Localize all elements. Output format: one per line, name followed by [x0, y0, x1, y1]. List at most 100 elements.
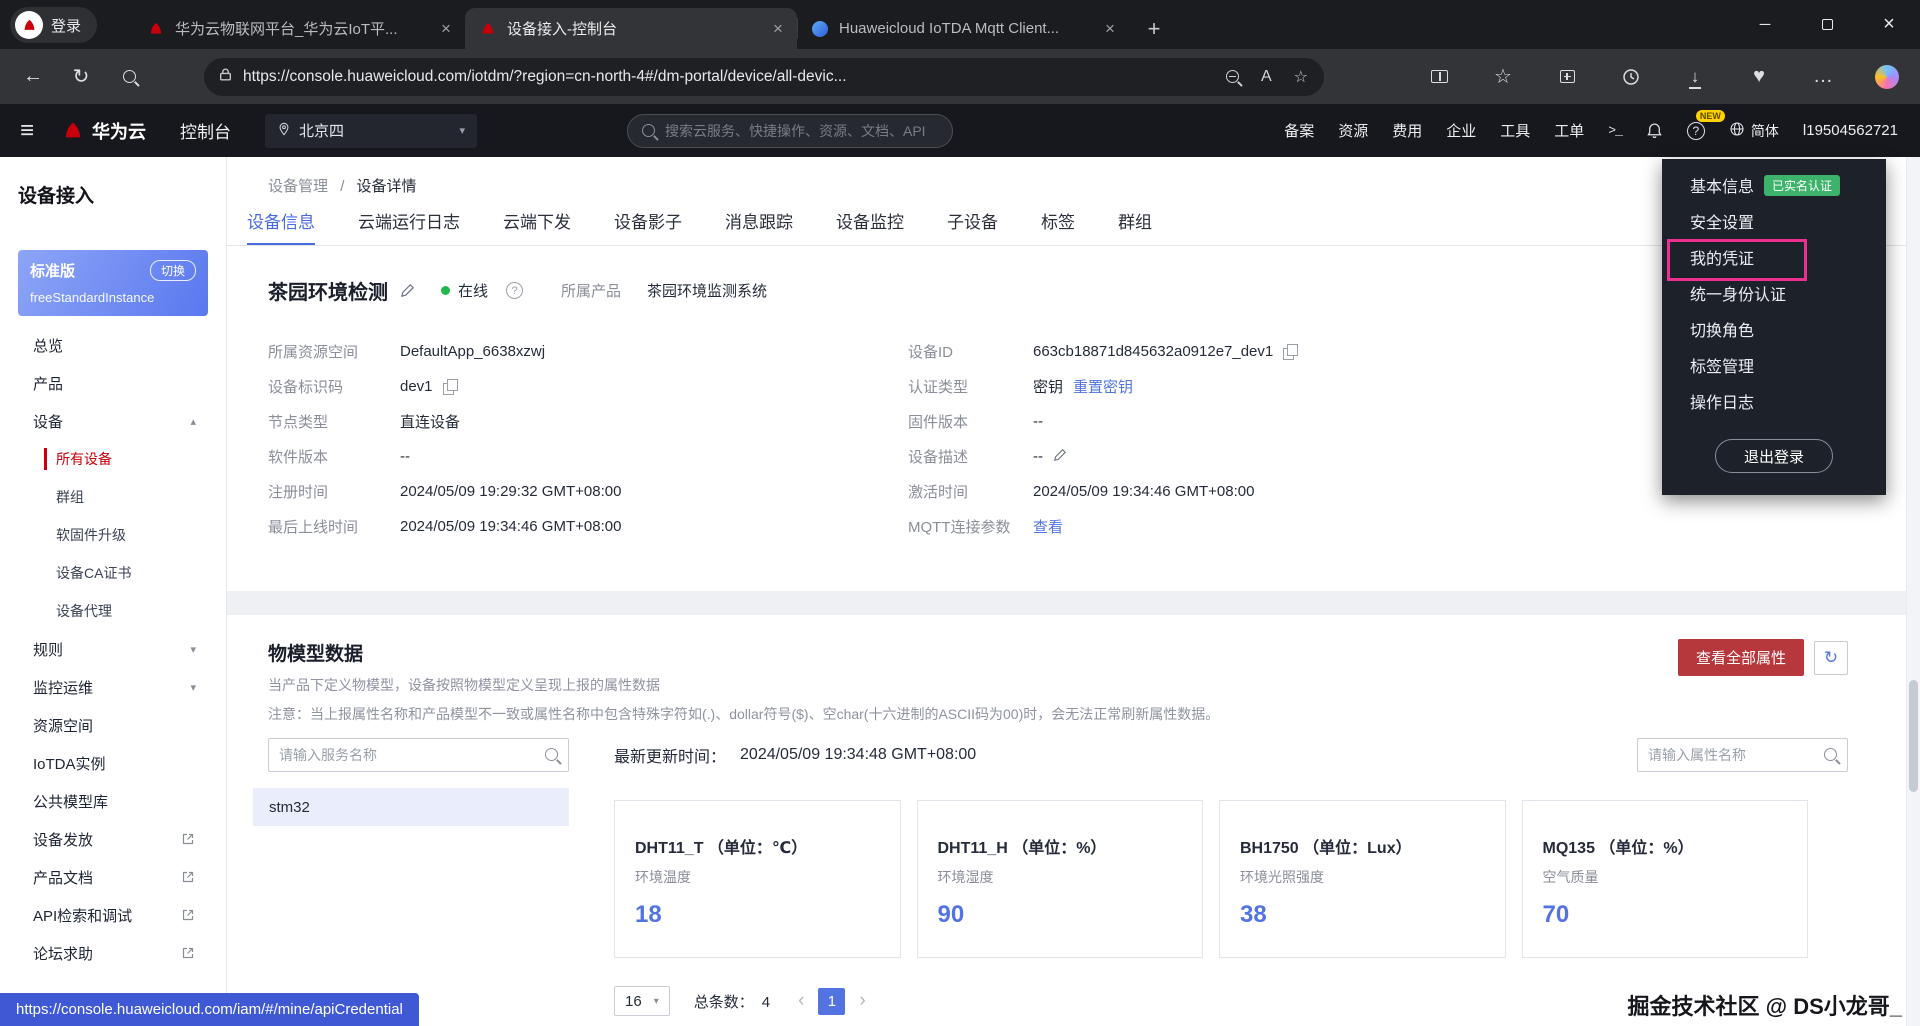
menu-item-iam[interactable]: 统一身份认证	[1662, 275, 1886, 311]
account-menu[interactable]: l19504562721	[1803, 122, 1898, 139]
tab-device-shadow[interactable]: 设备影子	[614, 198, 682, 245]
edit-device-name-icon[interactable]	[400, 283, 415, 298]
region-selector[interactable]: 北京四 ▾	[265, 114, 477, 148]
downloads-icon[interactable]: ↓	[1676, 58, 1714, 96]
window-maximize-button[interactable]	[1796, 0, 1858, 49]
tab-device-info[interactable]: 设备信息	[247, 198, 315, 245]
sidebar-item-firmware-upgrade[interactable]: 软固件升级	[0, 516, 226, 554]
current-page[interactable]: 1	[818, 988, 845, 1015]
sidebar-item-forum-help[interactable]: 论坛求助	[0, 934, 226, 972]
window-close-button[interactable]: ×	[1858, 0, 1920, 49]
browser-profile-button[interactable]: 登录	[10, 7, 97, 43]
sidebar-item-rules[interactable]: 规则 ▾	[0, 630, 226, 668]
zoom-icon[interactable]	[1226, 70, 1239, 83]
read-aloud-icon[interactable]: A	[1261, 68, 1272, 86]
tab-close-icon[interactable]: ×	[1099, 18, 1121, 40]
view-all-properties-button[interactable]: 查看全部属性	[1678, 639, 1804, 676]
page-scrollbar[interactable]	[1906, 157, 1920, 1026]
service-search-input[interactable]	[268, 738, 569, 772]
search-icon[interactable]	[545, 748, 558, 761]
sidebar-item-product-doc[interactable]: 产品文档	[0, 858, 226, 896]
sidebar-item-public-model[interactable]: 公共模型库	[0, 782, 226, 820]
nav-billing[interactable]: 费用	[1392, 120, 1422, 141]
toolbar-search-button[interactable]	[110, 58, 148, 96]
page-size-select[interactable]: 16 ▾	[614, 986, 670, 1016]
menu-item-basic-info[interactable]: 基本信息 已实名认证	[1662, 167, 1886, 203]
console-search-input[interactable]	[665, 123, 938, 139]
cli-terminal-icon[interactable]: >_	[1608, 123, 1622, 138]
browser-tab-iot-platform[interactable]: 华为云物联网平台_华为云IoT平... ×	[133, 8, 465, 49]
instance-switch-button[interactable]: 切换	[150, 260, 196, 281]
notifications-bell-icon[interactable]	[1646, 122, 1663, 139]
browser-tab-mqtt-client[interactable]: Huaweicloud IoTDA Mqtt Client... ×	[797, 8, 1129, 49]
tab-groups[interactable]: 群组	[1118, 198, 1152, 245]
service-item-stm32[interactable]: stm32	[253, 788, 569, 826]
menu-item-operation-log[interactable]: 操作日志	[1662, 383, 1886, 419]
hamburger-menu-icon[interactable]: ≡	[20, 117, 44, 145]
copy-icon[interactable]	[443, 379, 458, 395]
edit-description-icon[interactable]	[1053, 448, 1067, 466]
menu-item-my-credentials[interactable]: 我的凭证	[1662, 239, 1886, 275]
tab-close-icon[interactable]: ×	[435, 18, 457, 40]
menu-item-tag-management[interactable]: 标签管理	[1662, 347, 1886, 383]
console-link[interactable]: 控制台	[180, 118, 231, 143]
view-mqtt-params-link[interactable]: 查看	[1033, 516, 1063, 537]
address-bar[interactable]: https://console.huaweicloud.com/iotdm/?r…	[204, 58, 1324, 96]
nav-tickets[interactable]: 工单	[1554, 120, 1584, 141]
sidebar-item-device[interactable]: 设备 ▴	[0, 402, 226, 440]
favorite-star-icon[interactable]: ☆	[1294, 67, 1308, 87]
sidebar-item-api-explorer[interactable]: API检索和调试	[0, 896, 226, 934]
sidebar-item-all-devices[interactable]: 所有设备	[0, 440, 226, 478]
collections-icon[interactable]	[1548, 58, 1586, 96]
tab-tags[interactable]: 标签	[1041, 198, 1075, 245]
sidebar-item-resource-space[interactable]: 资源空间	[0, 706, 226, 744]
sidebar-item-overview[interactable]: 总览	[0, 326, 226, 364]
back-button[interactable]: ←	[14, 58, 52, 96]
menu-item-switch-role[interactable]: 切换角色	[1662, 311, 1886, 347]
menu-item-security-settings[interactable]: 安全设置	[1662, 203, 1886, 239]
sidebar-item-device-proxy[interactable]: 设备代理	[0, 592, 226, 630]
tab-sub-devices[interactable]: 子设备	[947, 198, 998, 245]
nav-tools[interactable]: 工具	[1500, 120, 1530, 141]
sidebar-item-device-provision[interactable]: 设备发放	[0, 820, 226, 858]
sidebar-item-product[interactable]: 产品	[0, 364, 226, 402]
reset-secret-link[interactable]: 重置密钥	[1073, 376, 1133, 397]
brand-text[interactable]: 华为云	[92, 118, 146, 144]
refresh-button[interactable]: ↻	[62, 58, 100, 96]
search-icon[interactable]	[1824, 748, 1837, 761]
tab-cloud-delivery[interactable]: 云端下发	[503, 198, 571, 245]
refresh-properties-button[interactable]: ↻	[1814, 641, 1848, 675]
tab-device-monitor[interactable]: 设备监控	[836, 198, 904, 245]
tab-message-trace[interactable]: 消息跟踪	[725, 198, 793, 245]
copilot-icon[interactable]	[1868, 58, 1906, 96]
copy-icon[interactable]	[1283, 344, 1298, 360]
attribute-search-input[interactable]	[1637, 738, 1848, 772]
next-page-button[interactable]: ›	[859, 990, 865, 1012]
sidebar-item-groups[interactable]: 群组	[0, 478, 226, 516]
nav-enterprise[interactable]: 企业	[1446, 120, 1476, 141]
new-tab-button[interactable]: +	[1137, 12, 1171, 46]
help-icon[interactable]: ? NEW	[1687, 122, 1705, 140]
sidebar-menu: 总览 产品 设备 ▴ 所有设备 群组 软固件升级 设备CA证书 设备代理 规则 …	[0, 326, 226, 972]
language-selector[interactable]: 简体	[1729, 121, 1779, 141]
browser-essentials-icon[interactable]: ♥	[1740, 58, 1778, 96]
site-info-lock-icon[interactable]	[218, 67, 233, 87]
breadcrumb-parent[interactable]: 设备管理	[268, 178, 328, 195]
tab-cloud-run-log[interactable]: 云端运行日志	[358, 198, 460, 245]
history-icon[interactable]	[1612, 58, 1650, 96]
favorites-icon[interactable]: ☆	[1484, 58, 1522, 96]
browser-tab-device-console[interactable]: 设备接入-控制台 ×	[465, 8, 797, 49]
nav-resources[interactable]: 资源	[1338, 120, 1368, 141]
sidebar-item-device-ca[interactable]: 设备CA证书	[0, 554, 226, 592]
sidebar-item-iotda-instance[interactable]: IoTDA实例	[0, 744, 226, 782]
scrollbar-thumb[interactable]	[1909, 680, 1918, 792]
prev-page-button[interactable]: ‹	[798, 990, 804, 1012]
status-help-icon[interactable]: ?	[506, 282, 523, 299]
settings-more-icon[interactable]: …	[1804, 58, 1842, 96]
nav-beian[interactable]: 备案	[1284, 120, 1314, 141]
logout-button[interactable]: 退出登录	[1715, 439, 1833, 473]
tab-close-icon[interactable]: ×	[767, 18, 789, 40]
sidebar-item-monitor-om[interactable]: 监控运维 ▾	[0, 668, 226, 706]
split-screen-icon[interactable]	[1420, 58, 1458, 96]
window-minimize-button[interactable]: ─	[1734, 0, 1796, 49]
